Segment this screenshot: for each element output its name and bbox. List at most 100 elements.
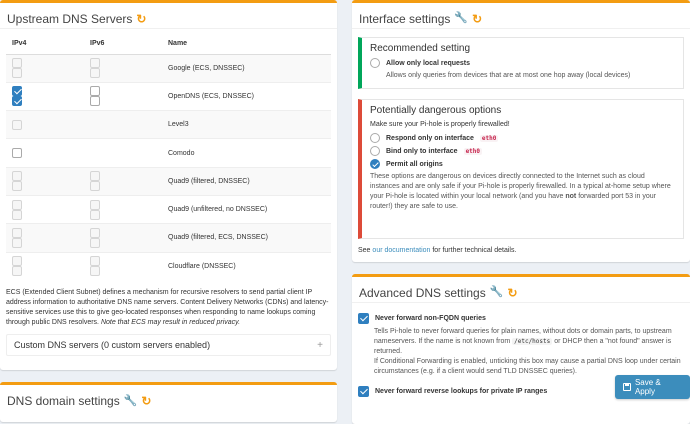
col-ipv6: IPv6	[84, 33, 162, 55]
upstream-dns-title: Upstream DNS Servers	[7, 11, 133, 26]
ipv6-cell	[84, 194, 162, 224]
table-row: Cloudflare (DNSSEC)	[6, 251, 331, 281]
docs-post: for further technical details.	[432, 247, 517, 254]
custom-dns-collapsible[interactable]: Custom DNS servers (0 custom servers ena…	[6, 334, 331, 357]
interface-name: eth0	[479, 134, 499, 142]
upstream-dns-header: Upstream DNS Servers ↻	[0, 3, 337, 29]
respond-interface-option[interactable]: Respond only on interface eth0	[370, 133, 675, 143]
docs-note: See our documentation for further techni…	[358, 246, 516, 256]
refresh-icon[interactable]: ↻	[141, 395, 151, 407]
ipv4-cell	[6, 81, 84, 111]
ipv6-checkbox[interactable]	[90, 58, 100, 69]
ecs-description: ECS (Extended Client Subnet) defines a m…	[6, 288, 331, 328]
permit-all-option[interactable]: Permit all origins	[370, 159, 675, 169]
upstream-servers-table: IPv4 IPv6 Name Google (ECS, DNSSEC) OpenD…	[6, 33, 331, 281]
ipv4-checkbox[interactable]	[12, 148, 22, 159]
expand-plus-icon[interactable]: +	[317, 340, 323, 351]
respond-interface-radio[interactable]	[370, 133, 380, 143]
fqdn-description: Tells Pi-hole to never forward queries f…	[358, 327, 684, 357]
ipv4-checkbox[interactable]	[12, 96, 22, 107]
ipv6-checkbox[interactable]	[90, 227, 100, 238]
table-row: Comodo	[6, 138, 331, 168]
save-apply-button[interactable]: Save & Apply	[615, 375, 690, 399]
ipv4-checkbox[interactable]	[12, 68, 22, 79]
ipv4-cell	[6, 251, 84, 281]
allow-local-option[interactable]: Allow only local requests	[370, 58, 675, 68]
advanced-dns-title: Advanced DNS settings	[359, 285, 486, 300]
ipv4-checkbox[interactable]	[12, 181, 22, 192]
ipv4-cell	[6, 166, 84, 196]
ipv4-cell	[6, 138, 84, 168]
recommended-heading: Recommended setting	[370, 43, 471, 54]
interface-settings-title: Interface settings	[359, 11, 451, 26]
ipv6-checkbox[interactable]	[90, 181, 100, 192]
bind-interface-label: Bind only to interface	[386, 147, 458, 155]
ipv4-checkbox[interactable]	[12, 237, 22, 248]
table-row: Quad9 (unfiltered, no DNSSEC)	[6, 194, 331, 224]
refresh-icon[interactable]: ↻	[507, 287, 517, 299]
ipv4-cell	[6, 110, 84, 139]
bind-interface-option[interactable]: Bind only to interface eth0	[370, 146, 675, 156]
ipv6-checkbox[interactable]	[90, 96, 100, 107]
never-forward-reverse-checkbox[interactable]	[358, 386, 369, 397]
ipv6-checkbox[interactable]	[90, 237, 100, 248]
table-row: Quad9 (filtered, ECS, DNSSEC)	[6, 223, 331, 253]
ipv4-checkbox[interactable]	[12, 227, 22, 238]
ipv4-checkbox[interactable]	[12, 86, 22, 97]
ipv6-checkbox[interactable]	[90, 266, 100, 277]
permit-all-radio[interactable]	[370, 159, 380, 169]
allow-local-desc: Allows only queries from devices that ar…	[386, 72, 631, 79]
ipv6-checkbox[interactable]	[90, 199, 100, 210]
permit-all-label: Permit all origins	[386, 160, 443, 168]
ipv4-checkbox[interactable]	[12, 266, 22, 277]
respond-interface-label: Respond only on interface	[386, 134, 474, 142]
col-name: Name	[162, 33, 331, 55]
advanced-dns-panel: Advanced DNS settings 🔧 ↻ Never forward …	[352, 274, 690, 424]
server-name: Level3	[162, 110, 331, 139]
fqdn-description-2: If Conditional Forwarding is enabled, un…	[374, 358, 681, 375]
ipv4-checkbox[interactable]	[12, 256, 22, 267]
documentation-link[interactable]: our documentation	[372, 247, 430, 254]
ipv6-checkbox[interactable]	[90, 209, 100, 220]
danger-subheading: Make sure your Pi-hole is properly firew…	[370, 121, 510, 128]
refresh-icon[interactable]: ↻	[472, 13, 482, 25]
never-forward-fqdn-option[interactable]: Never forward non-FQDN queries	[358, 313, 684, 324]
dns-domain-title: DNS domain settings	[7, 394, 120, 408]
server-name: Cloudflare (DNSSEC)	[162, 251, 331, 281]
upstream-dns-panel: Upstream DNS Servers ↻ IPv4 IPv6 Name Go…	[0, 0, 337, 370]
never-forward-fqdn-checkbox[interactable]	[358, 313, 369, 324]
refresh-icon[interactable]: ↻	[136, 13, 146, 25]
docs-pre: See	[358, 247, 371, 254]
table-row: Google (ECS, DNSSEC)	[6, 53, 331, 83]
warning-not: not	[565, 193, 577, 200]
ipv4-checkbox[interactable]	[12, 119, 22, 130]
ipv6-cell	[84, 223, 162, 253]
ipv4-checkbox[interactable]	[12, 199, 22, 210]
never-forward-fqdn-label: Never forward non-FQDN queries	[375, 315, 486, 322]
ipv6-cell	[84, 110, 162, 139]
table-row: Level3	[6, 110, 331, 139]
ipv4-checkbox[interactable]	[12, 58, 22, 69]
server-name: Quad9 (filtered, ECS, DNSSEC)	[162, 223, 331, 253]
allow-local-label: Allow only local requests	[386, 59, 471, 67]
ecs-note: Note that ECS may result in reduced priv…	[100, 319, 241, 327]
ipv6-cell	[84, 251, 162, 281]
danger-warning: These options are dangerous on devices d…	[370, 172, 675, 212]
ipv6-cell	[84, 81, 162, 111]
ipv4-checkbox[interactable]	[12, 171, 22, 182]
ipv4-cell	[6, 194, 84, 224]
allow-local-radio[interactable]	[370, 58, 380, 68]
ipv4-checkbox[interactable]	[12, 209, 22, 220]
ipv6-checkbox[interactable]	[90, 86, 100, 97]
bind-interface-radio[interactable]	[370, 146, 380, 156]
wrench-icon: 🔧	[454, 12, 469, 24]
save-apply-label: Save & Apply	[634, 378, 661, 396]
advanced-dns-header: Advanced DNS settings 🔧 ↻	[352, 277, 690, 303]
ipv6-cell	[84, 166, 162, 196]
ipv6-checkbox[interactable]	[90, 171, 100, 182]
danger-heading: Potentially dangerous options	[370, 105, 502, 116]
ipv6-checkbox[interactable]	[90, 68, 100, 79]
hosts-path: /etc/hosts	[512, 338, 553, 345]
ipv6-checkbox[interactable]	[90, 256, 100, 267]
custom-dns-label: Custom DNS servers (0 custom servers ena…	[14, 340, 211, 351]
